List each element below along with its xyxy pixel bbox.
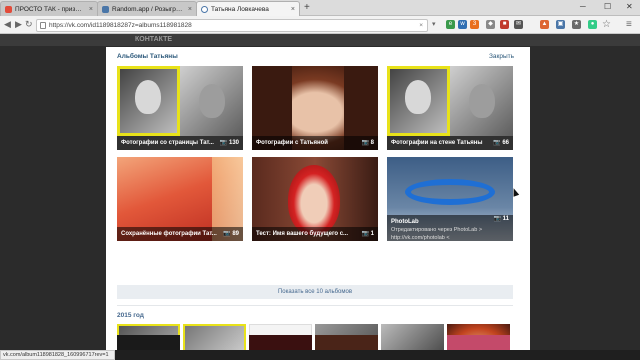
album-card[interactable]: Фотографии на стене Татьяны 📷 66 — [387, 66, 513, 150]
album-caption: Сохранённые фотографии Тат... 📷 89 — [117, 227, 243, 241]
close-tab-icon[interactable]: × — [89, 6, 93, 13]
album-caption: Тест: Имя вашего будущего с... 📷 1 — [252, 227, 378, 241]
close-window-icon[interactable]: ✕ — [626, 2, 633, 11]
tab-title: Татьяна Ловкачева — [211, 5, 269, 13]
extension-icon[interactable]: ★ — [572, 20, 581, 29]
album-caption: PhotoLab 📷 11 Отредактировано через Phot… — [387, 215, 513, 241]
page-content: КОНТАКТЕ Альбомы Татьяны Закрыть Фотогра… — [0, 34, 640, 350]
menu-icon[interactable]: ≡ — [626, 19, 632, 30]
browser-window: ПРОСТО ТАК - призы и ... × Random.app / … — [0, 0, 640, 360]
extension-icon[interactable]: ▲ — [540, 20, 549, 29]
photo-thumb[interactable] — [249, 335, 312, 350]
close-tab-icon[interactable]: × — [188, 6, 192, 13]
albums-modal: Альбомы Татьяны Закрыть Фотографии со ст… — [106, 47, 530, 350]
album-count: 📷 11 — [493, 216, 509, 222]
album-caption: Фотографии с Татьяной 📷 8 — [252, 136, 378, 150]
maximize-icon[interactable]: ☐ — [604, 2, 611, 11]
photo-thumb[interactable] — [447, 335, 510, 350]
dropdown-icon[interactable]: ▾ — [432, 19, 436, 30]
tab-title: Random.app / Розыгрыш... — [112, 5, 185, 13]
loading-icon — [201, 5, 208, 13]
extension-icon[interactable]: w — [458, 20, 467, 29]
tab-tatiana[interactable]: Татьяна Ловкачева × — [196, 1, 300, 16]
extension-icon[interactable]: ▣ — [556, 20, 565, 29]
star-icon[interactable]: ☆ — [602, 19, 611, 30]
album-count: 📷 8 — [361, 140, 374, 146]
close-tab-icon[interactable]: × — [291, 6, 295, 13]
extension-icon[interactable]: e — [446, 20, 455, 29]
address-bar[interactable]: https://vk.com/id1189818287z=albums11898… — [36, 19, 428, 32]
show-all-albums-button[interactable]: Показать все 10 альбомов — [117, 285, 513, 299]
new-tab-icon[interactable]: + — [304, 3, 310, 13]
modal-title: Альбомы Татьяны — [117, 53, 178, 60]
url-text: https://vk.com/id1189818287z=albums11898… — [49, 22, 192, 29]
extension-icon[interactable]: ✉ — [514, 20, 523, 29]
album-card[interactable]: Фотографии со страницы Тат... 📷 130 — [117, 66, 243, 150]
photo-thumb[interactable] — [183, 324, 246, 350]
tab-title: ПРОСТО ТАК - призы и ... — [15, 5, 86, 13]
favicon-icon — [5, 5, 12, 13]
status-bar-url: vk.com/album118981828_160996717rev=1 — [0, 350, 115, 360]
extension-icon[interactable]: ◆ — [486, 20, 495, 29]
extension-icon[interactable]: ● — [588, 20, 597, 29]
album-count: 📷 1 — [361, 231, 374, 237]
album-caption: Фотографии на стене Татьяны 📷 66 — [387, 136, 513, 150]
forward-icon[interactable]: ▶ — [15, 19, 22, 30]
tab-prosto-tak[interactable]: ПРОСТО ТАК - призы и ... × — [0, 1, 98, 16]
clear-url-icon[interactable]: × — [419, 20, 423, 31]
vk-logo[interactable]: КОНТАКТЕ — [135, 36, 172, 43]
reload-icon[interactable]: ↻ — [25, 19, 33, 30]
album-title: Тест: Имя вашего будущего с... — [256, 231, 349, 237]
extension-icon[interactable]: ■ — [500, 20, 509, 29]
vk-header: КОНТАКТЕ — [0, 34, 640, 46]
album-card[interactable]: Тест: Имя вашего будущего с... 📷 1 — [252, 157, 378, 241]
album-description: Отредактировано через PhotoLab > http://… — [391, 227, 483, 241]
extension-badge[interactable]: 3 — [470, 20, 479, 29]
back-icon[interactable]: ◀ — [4, 19, 11, 30]
tab-random-app[interactable]: Random.app / Розыгрыш... × — [97, 1, 197, 16]
album-card[interactable]: PhotoLab 📷 11 Отредактировано через Phot… — [387, 157, 513, 241]
album-title: Фотографии на стене Татьяны — [391, 140, 483, 146]
tab-strip: ПРОСТО ТАК - призы и ... × Random.app / … — [0, 0, 640, 16]
photo-thumb[interactable] — [117, 335, 180, 350]
divider — [117, 305, 513, 306]
photo-thumb[interactable] — [315, 335, 378, 350]
album-title: Сохранённые фотографии Тат... — [121, 231, 217, 237]
navigation-bar: ◀ ▶ ↻ https://vk.com/id1189818287z=album… — [0, 16, 640, 34]
album-count: 📷 66 — [493, 140, 509, 146]
album-card[interactable]: Сохранённые фотографии Тат... 📷 89 — [117, 157, 243, 241]
favicon-icon — [102, 5, 109, 13]
lock-icon — [40, 22, 46, 29]
album-title: Фотографии со страницы Тат... — [121, 140, 214, 146]
photo-thumb[interactable] — [381, 324, 444, 350]
album-card[interactable]: Фотографии с Татьяной 📷 8 — [252, 66, 378, 150]
album-title: Фотографии с Татьяной — [256, 140, 328, 146]
year-heading: 2015 год — [117, 312, 144, 319]
minimize-icon[interactable]: ─ — [580, 2, 586, 11]
close-link[interactable]: Закрыть — [489, 53, 514, 60]
album-count: 📷 89 — [223, 231, 239, 237]
album-count: 📷 130 — [219, 140, 239, 146]
album-caption: Фотографии со страницы Тат... 📷 130 — [117, 136, 243, 150]
album-title: PhotoLab — [391, 219, 419, 225]
